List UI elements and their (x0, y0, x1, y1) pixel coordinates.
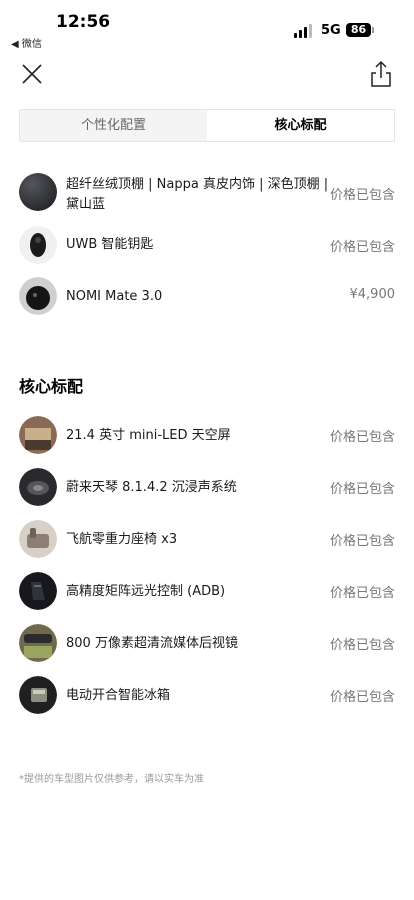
list-item[interactable]: 电动开合智能冰箱 价格已包含 (19, 676, 395, 714)
list-item[interactable]: 超纤丝绒顶棚 | Nappa 真皮内饰 | 深色顶棚 | 黛山蓝 价格已包含 (19, 173, 395, 213)
item-price: 价格已包含 (329, 482, 395, 497)
item-price: 价格已包含 (329, 638, 395, 653)
list-item[interactable]: 高精度矩阵远光控制 (ADB) 价格已包含 (19, 572, 395, 610)
rearview-mirror-icon (19, 624, 57, 662)
item-name: 800 万像素超清流媒体后视镜 (66, 636, 238, 651)
tab-personalization[interactable]: 个性化配置 (20, 110, 207, 141)
nomi-device-icon (19, 277, 57, 315)
network-type: 5G (321, 23, 341, 38)
item-name: UWB 智能钥匙 (66, 237, 154, 252)
item-price: 价格已包含 (329, 188, 395, 203)
item-name: 21.4 英寸 mini-LED 天空屏 (66, 428, 231, 443)
list-item[interactable]: 800 万像素超清流媒体后视镜 价格已包含 (19, 624, 395, 662)
fridge-icon (19, 676, 57, 714)
section-title: 核心标配 (19, 377, 84, 396)
headlight-icon (19, 572, 57, 610)
item-price: 价格已包含 (329, 586, 395, 601)
list-item[interactable]: 飞航零重力座椅 x3 价格已包含 (19, 520, 395, 558)
sky-screen-icon (19, 416, 57, 454)
seat-icon (19, 520, 57, 558)
close-icon (22, 64, 42, 84)
item-name: 飞航零重力座椅 x3 (66, 532, 178, 547)
close-button[interactable] (20, 62, 44, 86)
item-name: 超纤丝绒顶棚 | Nappa 真皮内饰 | 深色顶棚 | 黛山蓝 (66, 175, 328, 215)
status-time: 12:56 (56, 12, 111, 32)
item-price: 价格已包含 (329, 534, 395, 549)
item-price: 价格已包含 (329, 240, 395, 255)
item-name: 蔚来天琴 8.1.4.2 沉浸声系统 (66, 480, 237, 495)
interior-swatch-icon (19, 173, 57, 211)
share-button[interactable] (368, 60, 394, 88)
tab-core-standard[interactable]: 核心标配 (207, 110, 394, 141)
smart-key-icon (19, 226, 57, 264)
disclaimer-footnote: *提供的车型图片仅供参考，请以实车为准 (19, 774, 204, 785)
config-tabs: 个性化配置 核心标配 (19, 109, 395, 142)
item-name-line2: 黛山蓝 (66, 197, 106, 212)
list-item[interactable]: 21.4 英寸 mini-LED 天空屏 价格已包含 (19, 416, 395, 454)
back-to-wechat-link[interactable]: ◀ 微信 (11, 35, 42, 50)
item-name: NOMI Mate 3.0 (66, 289, 163, 304)
item-name: 高精度矩阵远光控制 (ADB) (66, 584, 226, 599)
battery-icon: 86 (346, 23, 371, 37)
battery-tip (372, 27, 374, 33)
item-price: 价格已包含 (329, 430, 395, 445)
list-item[interactable]: NOMI Mate 3.0 ¥4,900 (19, 277, 395, 315)
item-name: 电动开合智能冰箱 (66, 688, 171, 703)
speaker-icon (19, 468, 57, 506)
list-item[interactable]: 蔚来天琴 8.1.4.2 沉浸声系统 价格已包含 (19, 468, 395, 506)
item-price: ¥4,900 (349, 287, 396, 302)
status-bar: 12:56 ◀ 微信 5G 86 (0, 0, 414, 50)
item-price: 价格已包含 (329, 690, 395, 705)
list-item[interactable]: UWB 智能钥匙 价格已包含 (19, 226, 395, 264)
item-name-line1: 超纤丝绒顶棚 | Nappa 真皮内饰 | 深色顶棚 | (66, 177, 329, 192)
cellular-signal-icon (294, 24, 314, 38)
share-icon (371, 60, 391, 87)
